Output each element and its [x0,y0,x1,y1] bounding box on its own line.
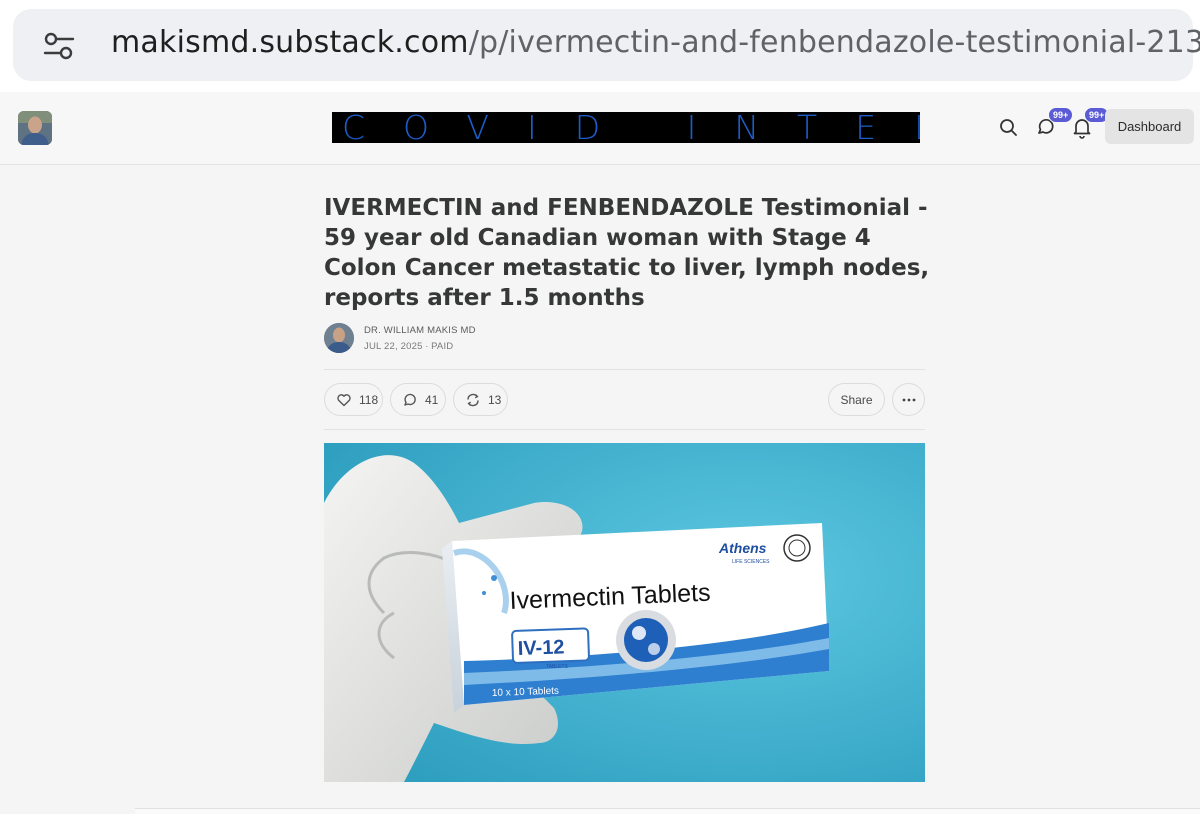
box-brand: Athens [718,540,767,556]
box-logo-sub: TABLETS [546,664,569,670]
bell-icon[interactable]: 99+ [1070,107,1110,141]
url-path: /p/ivermectin-and-fenbendazole-testimoni… [468,25,1200,60]
post-title: IVERMECTIN and FENBENDAZOLE Testimonial … [324,195,930,311]
browser-toolbar: makismd.substack.com/p/ivermectin-and-fe… [0,0,1200,90]
more-options-button[interactable] [892,383,925,416]
publication-avatar[interactable] [18,111,52,145]
address-bar[interactable]: makismd.substack.com/p/ivermectin-and-fe… [13,9,1200,81]
chat-icon[interactable]: 99+ [1034,107,1074,141]
divider [324,369,925,370]
ellipsis-icon [902,398,915,401]
restack-button[interactable]: 13 [453,383,508,416]
publication-banner[interactable]: COVID INTEL [332,112,920,143]
site-header: COVID INTEL 99+ 99+ Dashboard [0,92,1200,165]
post-actions: 118 41 13 Share [324,383,925,416]
post-page: IVERMECTIN and FENBENDAZOLE Testimonial … [0,165,1200,814]
like-button[interactable]: 118 [324,383,383,416]
box-count: 10 x 10 Tablets [492,686,559,699]
restack-count: 13 [488,392,502,407]
tune-icon[interactable] [43,31,75,61]
post-hero-image[interactable]: Athens LIFE SCIENCES Ivermectin Tablets … [324,443,925,782]
content-divider [135,808,1200,814]
divider [324,429,925,430]
dashboard-button[interactable]: Dashboard [1105,109,1194,144]
comment-button[interactable]: 41 [390,383,446,416]
share-button[interactable]: Share [828,383,885,416]
author-avatar[interactable] [324,323,354,353]
search-icon[interactable] [997,115,1023,141]
comment-icon [404,393,416,406]
banner-text: COVID INTEL [342,112,920,143]
restack-icon [467,393,479,406]
url-host: makismd.substack.com [111,25,469,60]
comment-count: 41 [425,392,439,407]
post-date: JUL 22, 2025 ∙ PAID [364,341,454,352]
like-count: 118 [359,392,379,407]
url-text[interactable]: makismd.substack.com/p/ivermectin-and-fe… [111,25,1200,60]
box-brand-sub: LIFE SCIENCES [732,559,770,565]
box-logo: IV-12 [517,636,564,660]
heart-icon [337,393,351,406]
share-label: Share [840,392,873,407]
author-name[interactable]: DR. WILLIAM MAKIS MD [364,325,476,336]
